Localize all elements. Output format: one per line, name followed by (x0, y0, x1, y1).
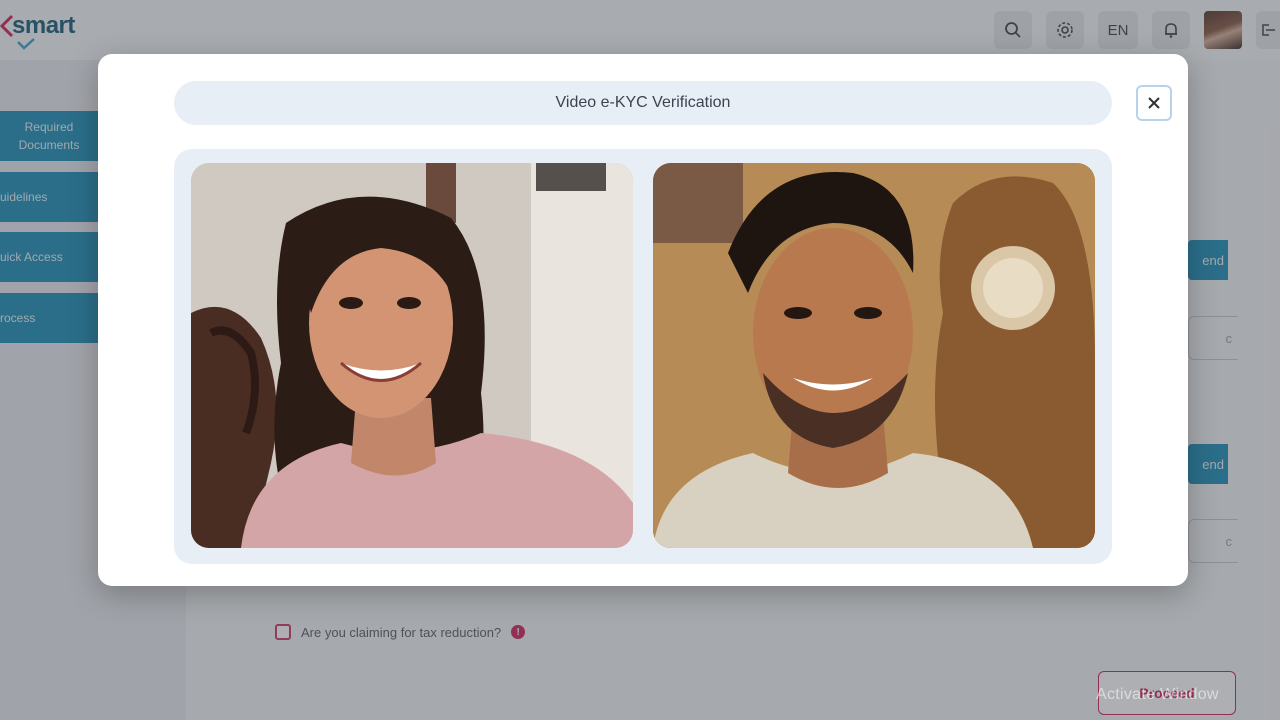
agent-video-image (653, 163, 1095, 548)
agent-video-feed (653, 163, 1095, 548)
video-panel (174, 149, 1112, 564)
video-kyc-modal: Video e-KYC Verification (98, 54, 1188, 586)
close-button[interactable] (1136, 85, 1172, 121)
customer-video-feed (191, 163, 633, 548)
os-watermark: Activate Window (1096, 686, 1219, 703)
close-icon (1148, 97, 1160, 109)
customer-video-image (191, 163, 633, 548)
modal-title: Video e-KYC Verification (174, 81, 1112, 125)
